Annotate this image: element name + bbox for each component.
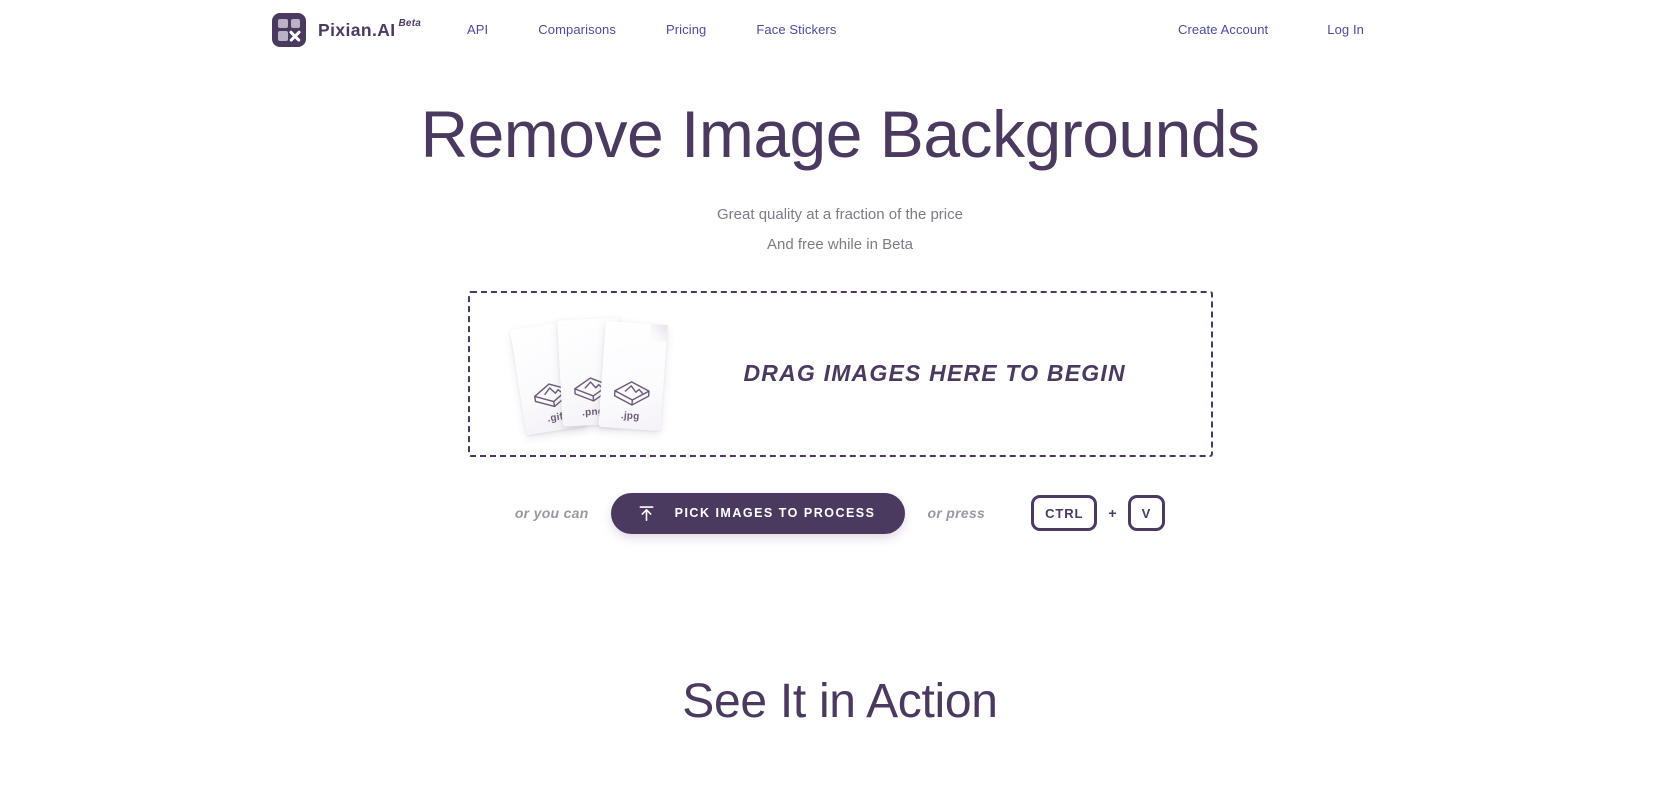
action-row: or you can PICK IMAGES TO PROCESS or pre… — [0, 492, 1680, 534]
create-account-link[interactable]: Create Account — [1178, 16, 1268, 43]
brand-wordmark: Pixian.AI Beta — [318, 19, 421, 40]
or-you-can-label: or you can — [514, 505, 589, 522]
main-nav: API Comparisons Pricing Face Stickers — [467, 16, 836, 43]
see-it-in-action-heading: See It in Action — [682, 674, 998, 728]
key-ctrl[interactable]: CTRL — [1031, 495, 1098, 532]
hero-subtitle-2: And free while in Beta — [767, 235, 913, 253]
hero-subtitle-1: Great quality at a fraction of the price — [717, 205, 963, 223]
logo-close-x-icon — [291, 31, 301, 41]
logo-cell-bl — [278, 31, 288, 41]
log-in-link[interactable]: Log In — [1327, 16, 1364, 43]
logo-cell-tl — [278, 18, 288, 28]
image-dropzone[interactable]: .gif .png .jpg DRAG IMAGES HERE TO BEGIN — [467, 290, 1213, 457]
pick-images-button[interactable]: PICK IMAGES TO PROCESS — [610, 492, 906, 534]
nav-item-face-stickers[interactable]: Face Stickers — [756, 16, 836, 43]
dropzone-wrapper: .gif .png .jpg DRAG IMAGES HERE TO BEGIN — [0, 290, 1680, 457]
hero-section: Remove Image Backgrounds Great quality a… — [0, 59, 1680, 252]
pick-images-button-label: PICK IMAGES TO PROCESS — [674, 506, 876, 521]
file-card-jpg: .jpg — [597, 320, 668, 431]
keyboard-shortcut-group: CTRL + V — [1031, 495, 1166, 532]
logo-cell-tr — [290, 18, 300, 28]
nav-item-comparisons[interactable]: Comparisons — [538, 16, 616, 43]
file-stack-illustration: .gif .png .jpg — [509, 309, 706, 439]
brand-logo-link[interactable]: Pixian.AI Beta — [272, 12, 421, 47]
nav-item-pricing[interactable]: Pricing — [666, 16, 706, 43]
page-title: Remove Image Backgrounds — [420, 97, 1260, 171]
image-file-icon — [613, 381, 650, 406]
main-content: Remove Image Backgrounds Great quality a… — [0, 59, 1680, 729]
account-nav: Create Account Log In — [1178, 16, 1640, 43]
key-v[interactable]: V — [1127, 495, 1166, 532]
or-press-label: or press — [927, 505, 986, 522]
site-header: Pixian.AI Beta API Comparisons Pricing F… — [0, 0, 1680, 59]
key-plus-separator: + — [1108, 505, 1117, 522]
pixian-logo-icon — [272, 12, 306, 47]
brand-name: Pixian.AI — [318, 20, 396, 41]
upload-arrow-icon — [639, 506, 654, 521]
file-ext-label: .jpg — [620, 410, 640, 423]
brand-beta-badge: Beta — [398, 18, 421, 30]
nav-item-api[interactable]: API — [467, 16, 488, 43]
dropzone-cta-text: DRAG IMAGES HERE TO BEGIN — [743, 360, 1126, 387]
